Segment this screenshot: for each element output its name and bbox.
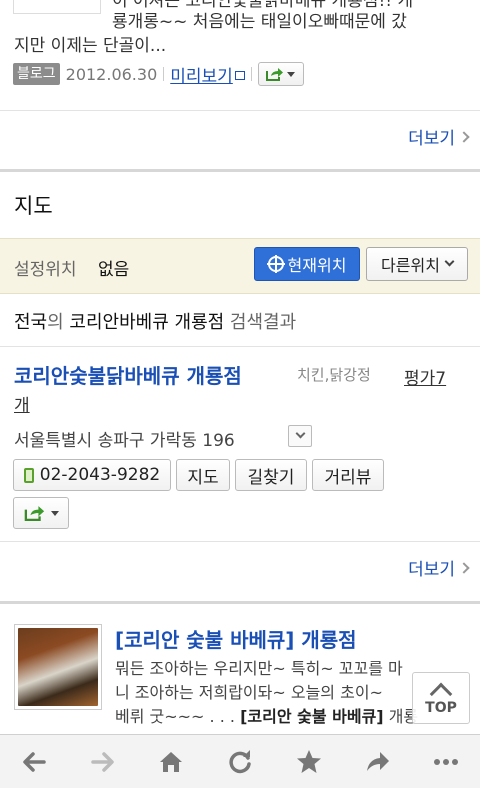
phone-icon	[23, 467, 34, 483]
section-divider	[0, 601, 480, 604]
dropdown-caret-icon	[287, 71, 296, 77]
blog-thumbnail-cut[interactable]	[13, 0, 101, 14]
forward-icon	[91, 751, 114, 772]
dropdown-caret-icon	[50, 510, 59, 516]
share-arrow-icon	[24, 506, 44, 521]
share-arrow-icon	[266, 68, 284, 81]
location-label: 설정위치	[14, 260, 77, 280]
chevron-down-icon	[444, 256, 455, 266]
blog-line3-bold: [코리안 숯불 바베큐]	[240, 707, 384, 726]
other-location-button[interactable]: 다른위치	[366, 247, 468, 281]
search-result-summary: 전국의 코리안바베큐 개룡점 검색결과	[14, 308, 296, 334]
section-divider	[0, 169, 480, 172]
home-button[interactable]	[146, 737, 196, 787]
new-window-icon	[234, 70, 245, 80]
more-link-2[interactable]: 더보기	[408, 555, 470, 580]
chevron-right-icon	[458, 561, 470, 574]
place-name-link[interactable]: 코리안숯불닭바베큐 개룡점	[14, 360, 242, 389]
post-date: 2012.06.30	[65, 64, 158, 84]
crosshair-icon	[266, 255, 285, 273]
street-view-button[interactable]: 거리뷰	[312, 459, 384, 491]
search-suffix: 검색결과	[229, 312, 297, 333]
address-expand-button[interactable]	[288, 425, 312, 447]
phone-number[interactable]: 02-2043-9282	[40, 465, 160, 485]
phone-button[interactable]: 02-2043-9282	[13, 459, 171, 491]
back-icon	[23, 751, 47, 772]
current-location-label[interactable]: 현재위치	[288, 252, 347, 276]
more-label[interactable]: 더보기	[408, 555, 455, 580]
preview-link[interactable]: 미리보기	[170, 62, 245, 87]
preview-link-label[interactable]: 미리보기	[170, 67, 233, 87]
blog-line3-pre: 베뤼 굿~~~ . . .	[115, 707, 241, 726]
snippet-line-1: 룡개롱~~ 처음에는 태일이오빠때문에 갔	[112, 12, 407, 32]
blog-post-line-1: 뭐든 조아하는 우리지만~ 특히~ 꼬꼬를 마	[115, 659, 403, 678]
share-icon	[367, 751, 390, 771]
snippet-line-2: 지만 이제는 단골이...	[14, 36, 167, 56]
search-region: 전국	[14, 312, 48, 333]
place-rating-link-cont[interactable]: 개	[14, 391, 30, 416]
location-value: 없음	[98, 260, 130, 280]
home-icon	[160, 751, 183, 772]
section-title-map: 지도	[14, 194, 53, 218]
forward-button[interactable]	[78, 737, 128, 787]
blog-badge: 블로그	[13, 63, 60, 85]
current-location-button[interactable]: 현재위치	[254, 247, 360, 281]
search-particle: 의	[47, 312, 64, 333]
back-button[interactable]	[9, 737, 59, 787]
blog-post-line-2: 니 조아하는 저희랍이돠~ 오늘의 초이~	[115, 683, 383, 702]
share-button[interactable]	[257, 62, 304, 86]
place-category: 치킨,닭강정	[297, 366, 371, 384]
place-rating-link[interactable]: 평가7	[404, 364, 446, 389]
scroll-top-button[interactable]: TOP	[412, 672, 470, 724]
divider	[0, 541, 480, 542]
place-address: 서울특별시 송파구 가락동 196	[14, 431, 235, 451]
other-location-label[interactable]: 다른위치	[381, 252, 440, 276]
blog-post-title-link[interactable]: [코리안 숯불 바베큐] 개룡점	[115, 624, 357, 653]
star-icon	[296, 749, 321, 773]
bookmark-button[interactable]	[284, 737, 334, 787]
more-menu-button[interactable]	[421, 737, 471, 787]
chevron-right-icon	[458, 130, 470, 143]
blog-post-line-3: 베뤼 굿~~~ . . . [코리안 숯불 바베큐] 개룡	[115, 706, 418, 728]
blog-post-thumbnail[interactable]	[14, 624, 102, 710]
map-button[interactable]: 지도	[176, 459, 230, 491]
more-link-1[interactable]: 더보기	[408, 124, 470, 149]
refresh-button[interactable]	[215, 737, 265, 787]
browser-toolbar	[0, 734, 480, 788]
chevron-down-icon	[295, 428, 305, 438]
divider	[163, 67, 165, 81]
more-label[interactable]: 더보기	[408, 124, 455, 149]
more-icon	[433, 758, 458, 765]
route-button[interactable]: 길찾기	[235, 459, 307, 491]
snippet-meta-row: 블로그 2012.06.30 미리보기	[13, 62, 304, 87]
food-photo	[18, 628, 98, 706]
place-share-button[interactable]	[13, 497, 69, 529]
refresh-icon	[229, 749, 251, 773]
divider	[0, 110, 480, 111]
divider	[0, 346, 480, 347]
search-query: 코리안바베큐 개룡점	[69, 312, 225, 333]
divider	[250, 67, 252, 81]
share-page-button[interactable]	[352, 737, 402, 787]
